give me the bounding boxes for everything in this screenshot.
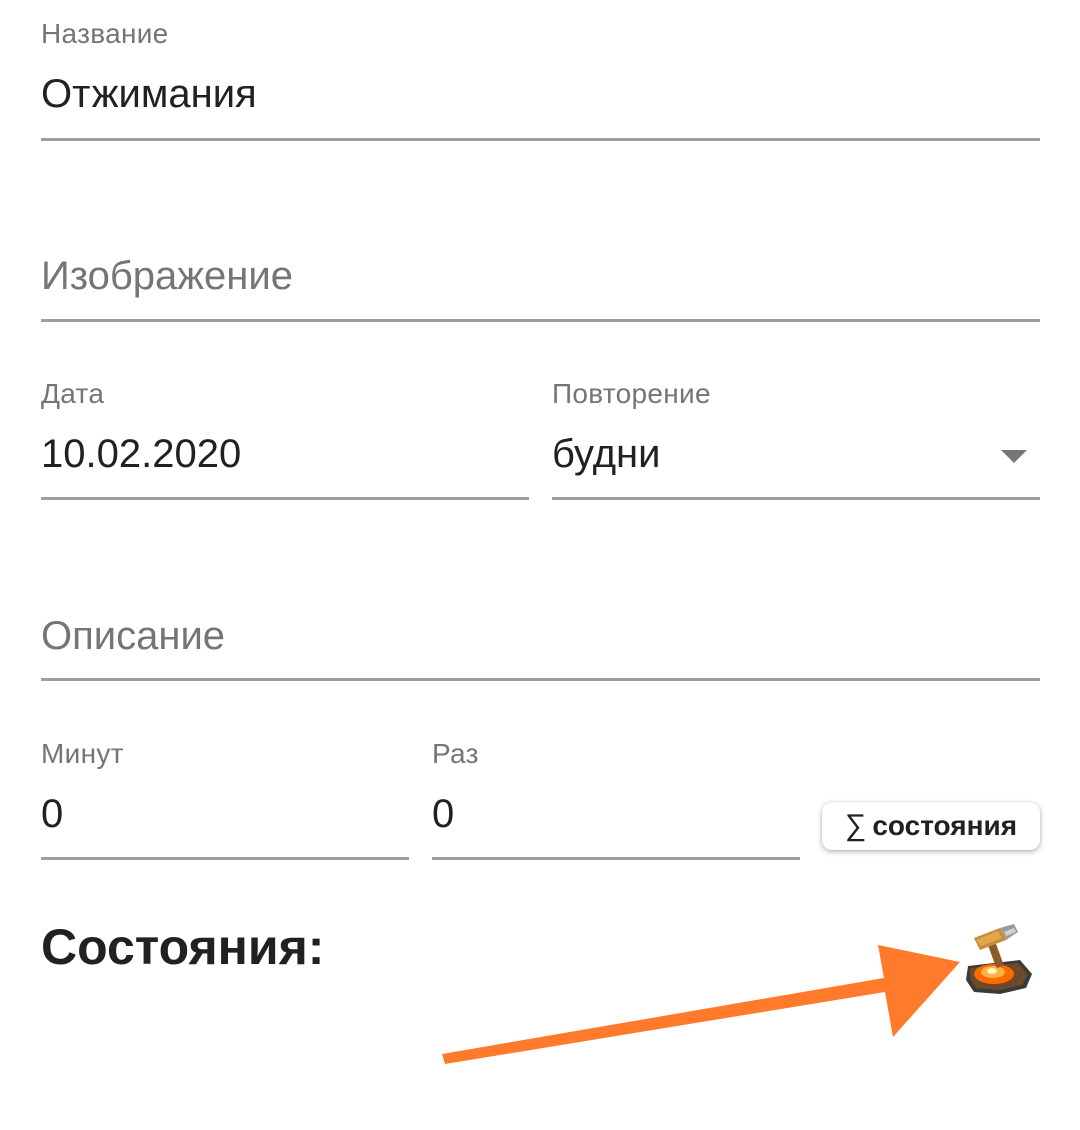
repeat-value[interactable]: будни xyxy=(552,432,660,477)
name-label: Название xyxy=(41,18,169,49)
date-underline xyxy=(41,497,529,500)
minutes-label: Минут xyxy=(41,738,124,769)
sum-states-label: состояния xyxy=(872,810,1018,841)
image-placeholder[interactable]: Изображение xyxy=(41,254,293,299)
repeat-label: Повторение xyxy=(552,378,711,409)
name-underline xyxy=(41,138,1040,141)
minutes-underline xyxy=(41,857,409,860)
times-underline xyxy=(432,857,800,860)
times-value[interactable]: 0 xyxy=(432,792,454,837)
times-label: Раз xyxy=(432,738,479,769)
name-value[interactable]: Отжимания xyxy=(41,72,257,117)
date-label: Дата xyxy=(41,378,105,409)
date-value[interactable]: 10.02.2020 xyxy=(41,432,241,477)
image-underline xyxy=(41,319,1040,322)
description-underline xyxy=(41,678,1040,681)
repeat-select[interactable]: Повторение будни xyxy=(552,378,1040,502)
description-placeholder[interactable]: Описание xyxy=(41,614,225,659)
sum-states-button[interactable]: ∑ состояния xyxy=(822,802,1040,850)
times-field[interactable]: Раз 0 xyxy=(432,738,800,862)
date-field[interactable]: Дата 10.02.2020 xyxy=(41,378,529,502)
chevron-down-icon[interactable] xyxy=(1001,450,1027,463)
minutes-value[interactable]: 0 xyxy=(41,792,63,837)
description-field[interactable]: Описание xyxy=(41,610,1040,683)
name-field[interactable]: Название Отжимания xyxy=(41,18,1040,143)
sum-icon: ∑ xyxy=(844,809,867,842)
anvil-hammer-icon[interactable] xyxy=(960,922,1036,996)
image-field[interactable]: Изображение xyxy=(41,250,1040,324)
repeat-underline xyxy=(552,497,1040,500)
minutes-field[interactable]: Минут 0 xyxy=(41,738,409,862)
states-section-title: Состояния: xyxy=(41,919,325,975)
